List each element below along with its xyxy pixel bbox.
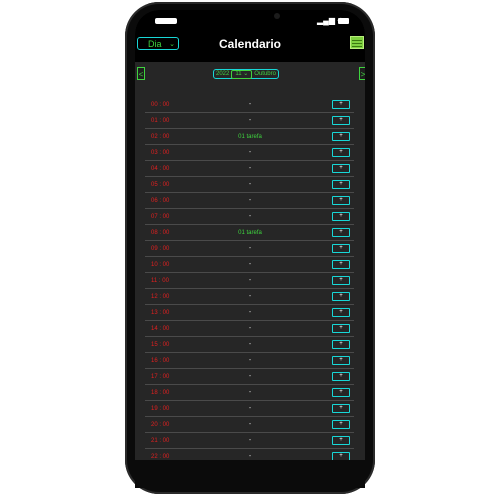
add-task-button[interactable]: + (332, 388, 350, 397)
add-task-button[interactable]: + (332, 404, 350, 413)
hour-row: 00 : 00- + (135, 97, 365, 113)
hour-row: 16 : 00- + (135, 353, 365, 369)
hour-row: 03 : 00- + (135, 145, 365, 161)
add-task-button[interactable]: + (332, 196, 350, 205)
camera-icon (274, 13, 280, 19)
hour-row: 09 : 00- + (135, 241, 365, 257)
task-summary: - (248, 117, 252, 124)
add-task-button[interactable]: + (332, 436, 350, 445)
day-value: 11 (235, 70, 242, 77)
hour-row: 20 : 00- + (135, 417, 365, 433)
add-task-button[interactable]: + (332, 212, 350, 221)
month-label: Outubro (254, 71, 276, 77)
hour-row: 15 : 00- + (135, 337, 365, 353)
hour-row: 11 : 00- + (135, 273, 365, 289)
hour-row: 05 : 00- + (135, 177, 365, 193)
task-summary: - (248, 245, 252, 252)
task-summary: - (248, 181, 252, 188)
add-task-button[interactable]: + (332, 308, 350, 317)
year-label: 2022 (216, 71, 230, 77)
task-summary[interactable]: 01 tarefa (135, 133, 365, 141)
task-summary: - (248, 437, 252, 444)
task-summary[interactable]: 01 tarefa (135, 229, 365, 237)
task-summary: - (248, 421, 252, 428)
hour-row: 04 : 00- + (135, 161, 365, 177)
add-task-button[interactable]: + (332, 164, 350, 173)
hour-row: 07 : 00- + (135, 209, 365, 225)
add-task-button[interactable]: + (332, 292, 350, 301)
task-summary: - (248, 325, 252, 332)
task-summary: - (248, 197, 252, 204)
add-task-button[interactable]: + (332, 372, 350, 381)
task-summary: - (248, 277, 252, 284)
add-task-button[interactable]: + (332, 260, 350, 269)
task-summary: - (248, 309, 252, 316)
clock-indicator (155, 18, 177, 24)
task-summary: - (248, 213, 252, 220)
task-summary: - (248, 341, 252, 348)
hour-row: 10 : 00- + (135, 257, 365, 273)
add-task-button[interactable]: + (332, 276, 350, 285)
hour-row: 17 : 00- + (135, 369, 365, 385)
add-task-button[interactable]: + (332, 356, 350, 365)
add-task-button[interactable]: + (332, 420, 350, 429)
add-task-button[interactable]: + (332, 132, 350, 141)
hour-row: 01 : 00- + (135, 113, 365, 129)
add-task-button[interactable]: + (332, 180, 350, 189)
hour-row: 06 : 00- + (135, 193, 365, 209)
app-screen: ▂▄▆ ◠ Dia ⌄ Calendario < 2022 11 ⌄ Outub… (135, 10, 365, 488)
hour-row: 12 : 00- + (135, 289, 365, 305)
task-summary: - (248, 293, 252, 300)
add-task-button[interactable]: + (332, 324, 350, 333)
add-task-button[interactable]: + (332, 340, 350, 349)
prev-button[interactable]: < (137, 67, 145, 80)
hour-row: 13 : 00- + (135, 305, 365, 321)
add-task-button[interactable]: + (332, 148, 350, 157)
task-summary: - (248, 357, 252, 364)
hour-row: 21 : 00- + (135, 433, 365, 449)
task-summary: - (248, 373, 252, 380)
page-title: Calendario (218, 37, 281, 51)
next-button[interactable]: > (359, 67, 365, 80)
hour-row: 02 : 00 01 tarefa + (135, 129, 365, 145)
phone-bottom-bezel (135, 460, 365, 488)
hour-list: 00 : 00- +01 : 00- +02 : 00 01 tarefa +03 : … (135, 97, 365, 465)
task-summary: - (248, 261, 252, 268)
day-select[interactable]: 11 ⌄ (231, 69, 253, 79)
task-summary: - (248, 101, 252, 108)
task-summary: - (248, 389, 252, 396)
task-summary: - (248, 405, 252, 412)
hour-row: 14 : 00- + (135, 321, 365, 337)
date-navigation: < 2022 11 ⌄ Outubro > (135, 62, 365, 90)
app-header: Dia ⌄ Calendario (135, 32, 365, 62)
hour-row: 18 : 00- + (135, 385, 365, 401)
hour-row: 08 : 00 01 tarefa + (135, 225, 365, 241)
calendar-icon[interactable] (350, 36, 364, 49)
battery-icon (338, 18, 349, 24)
add-task-button[interactable]: + (332, 228, 350, 237)
add-task-button[interactable]: + (332, 116, 350, 125)
status-bar: ▂▄▆ ◠ (135, 10, 365, 32)
hour-row: 19 : 00- + (135, 401, 365, 417)
date-selector: 2022 11 ⌄ Outubro (213, 69, 279, 79)
add-task-button[interactable]: + (332, 244, 350, 253)
add-task-button[interactable]: + (332, 100, 350, 109)
task-summary: - (248, 165, 252, 172)
task-summary: - (248, 149, 252, 156)
